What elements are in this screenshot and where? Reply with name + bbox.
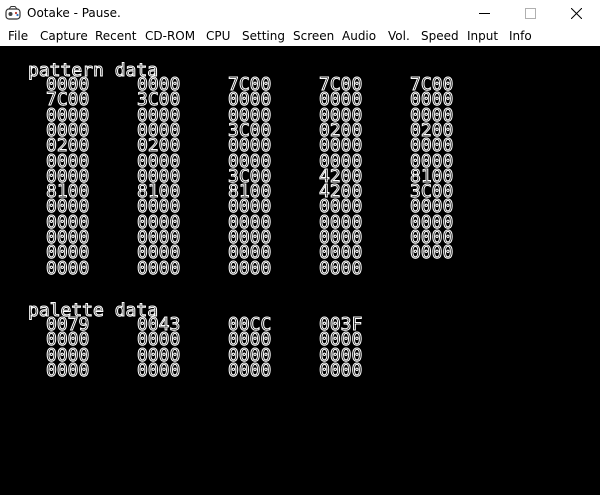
menu-input[interactable]: Input [467,28,498,44]
pattern-data-cell: 0000 [45,257,90,279]
close-icon [571,8,582,19]
palette-data-cell: 0000 [136,359,181,381]
maximize-button[interactable] [508,0,554,26]
palette-data-cell: 0000 [318,359,363,381]
menu-cd-rom[interactable]: CD-ROM [145,28,195,44]
menu-setting[interactable]: Setting [242,28,285,44]
title-bar[interactable]: Ootake - Pause. [0,0,600,26]
menu-file[interactable]: File [8,28,28,44]
ootake-app-icon [5,6,21,20]
palette-data-cell: 0000 [45,359,90,381]
window-title: Ootake - Pause. [27,6,121,20]
menu-speed[interactable]: Speed [421,28,459,44]
maximize-icon [525,8,536,19]
minimize-icon [479,13,490,14]
menu-vol[interactable]: Vol. [388,28,410,44]
pattern-data-cell: 0000 [136,257,181,279]
menu-info[interactable]: Info [509,28,532,44]
pattern-data-cell: 0000 [409,242,454,264]
close-button[interactable] [554,0,600,26]
pattern-data-cell: 0000 [318,257,363,279]
palette-data-cell: 0000 [227,359,272,381]
menu-audio[interactable]: Audio [342,28,376,44]
menu-bar: File Capture Recent CD-ROM CPU Setting S… [0,26,600,46]
menu-cpu[interactable]: CPU [206,28,230,44]
menu-capture[interactable]: Capture [40,28,88,44]
pattern-data-cell: 0000 [227,257,272,279]
emulator-window: Ootake - Pause. File Capture Recent CD-R… [0,0,600,495]
emulator-screen[interactable]: pattern data 0000 0000 7C00 7C00 7C00 7C00 3C0… [0,46,600,495]
minimize-button[interactable] [462,0,508,26]
menu-recent[interactable]: Recent [95,28,136,44]
menu-screen[interactable]: Screen [293,28,334,44]
